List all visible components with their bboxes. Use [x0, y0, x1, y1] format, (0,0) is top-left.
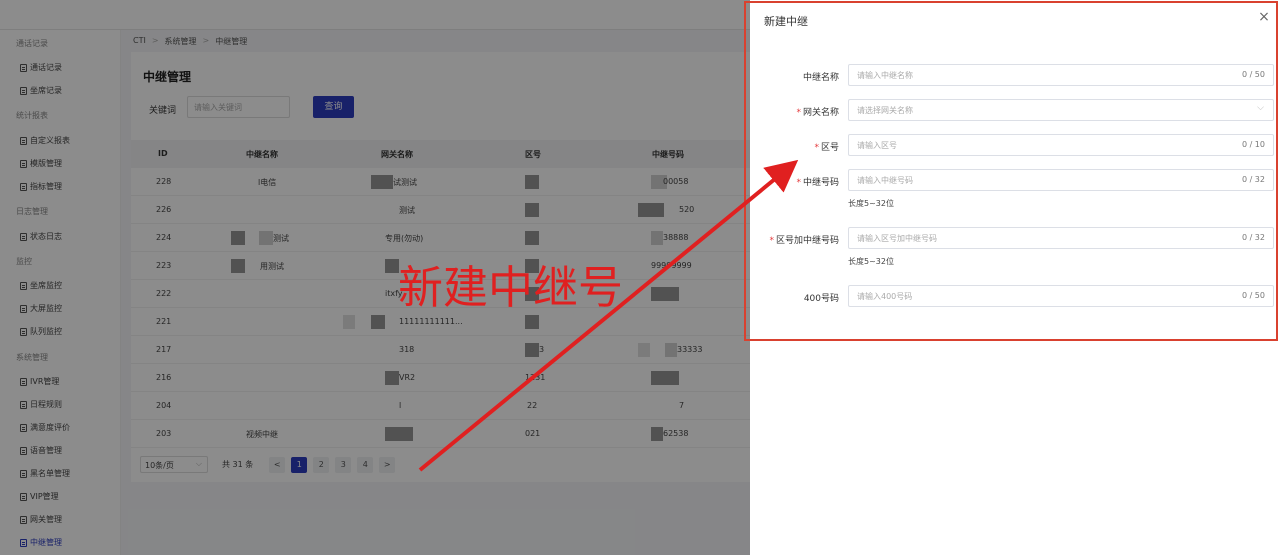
full-number-hint: 长度5~32位	[848, 257, 894, 266]
trunk-number-label: * 中继号码	[796, 178, 839, 188]
trunk-number-hint: 长度5~32位	[848, 199, 894, 208]
modal-overlay[interactable]	[0, 0, 750, 555]
number-400-label: 400号码	[803, 294, 839, 304]
char-counter: 0 / 50	[1241, 70, 1265, 79]
trunk-number-input[interactable]: 请输入中继号码 0 / 32	[848, 169, 1274, 191]
gateway-name-select[interactable]: 请选择网关名称 ⌵	[848, 99, 1274, 121]
trunk-name-label: 中继名称	[802, 73, 839, 83]
trunk-name-input[interactable]: 请输入中继名称 0 / 50	[848, 64, 1274, 86]
drawer-title: 新建中继	[764, 15, 808, 28]
required-mark: *	[796, 108, 801, 118]
close-icon[interactable]: ×	[1257, 10, 1271, 24]
area-code-label: * 区号	[814, 143, 839, 153]
required-mark: *	[814, 143, 819, 153]
char-counter: 0 / 50	[1241, 291, 1265, 300]
gateway-name-label: * 网关名称	[796, 108, 839, 118]
number-400-input[interactable]: 请输入400号码 0 / 50	[848, 285, 1274, 307]
annotation-label: 新建中继号	[398, 261, 624, 314]
required-mark: *	[769, 236, 774, 246]
char-counter: 0 / 32	[1241, 233, 1265, 242]
full-number-label: * 区号加中继号码	[769, 236, 839, 246]
new-trunk-drawer: 新建中继 × 中继名称 请输入中继名称 0 / 50 * 网关名称 请选择网关名称…	[750, 0, 1280, 555]
full-number-input[interactable]: 请输入区号加中继号码 0 / 32	[848, 227, 1274, 249]
required-mark: *	[796, 178, 801, 188]
char-counter: 0 / 10	[1241, 140, 1265, 149]
char-counter: 0 / 32	[1241, 175, 1265, 184]
area-code-input[interactable]: 请输入区号 0 / 10	[848, 134, 1274, 156]
chevron-down-icon: ⌵	[1257, 103, 1264, 113]
